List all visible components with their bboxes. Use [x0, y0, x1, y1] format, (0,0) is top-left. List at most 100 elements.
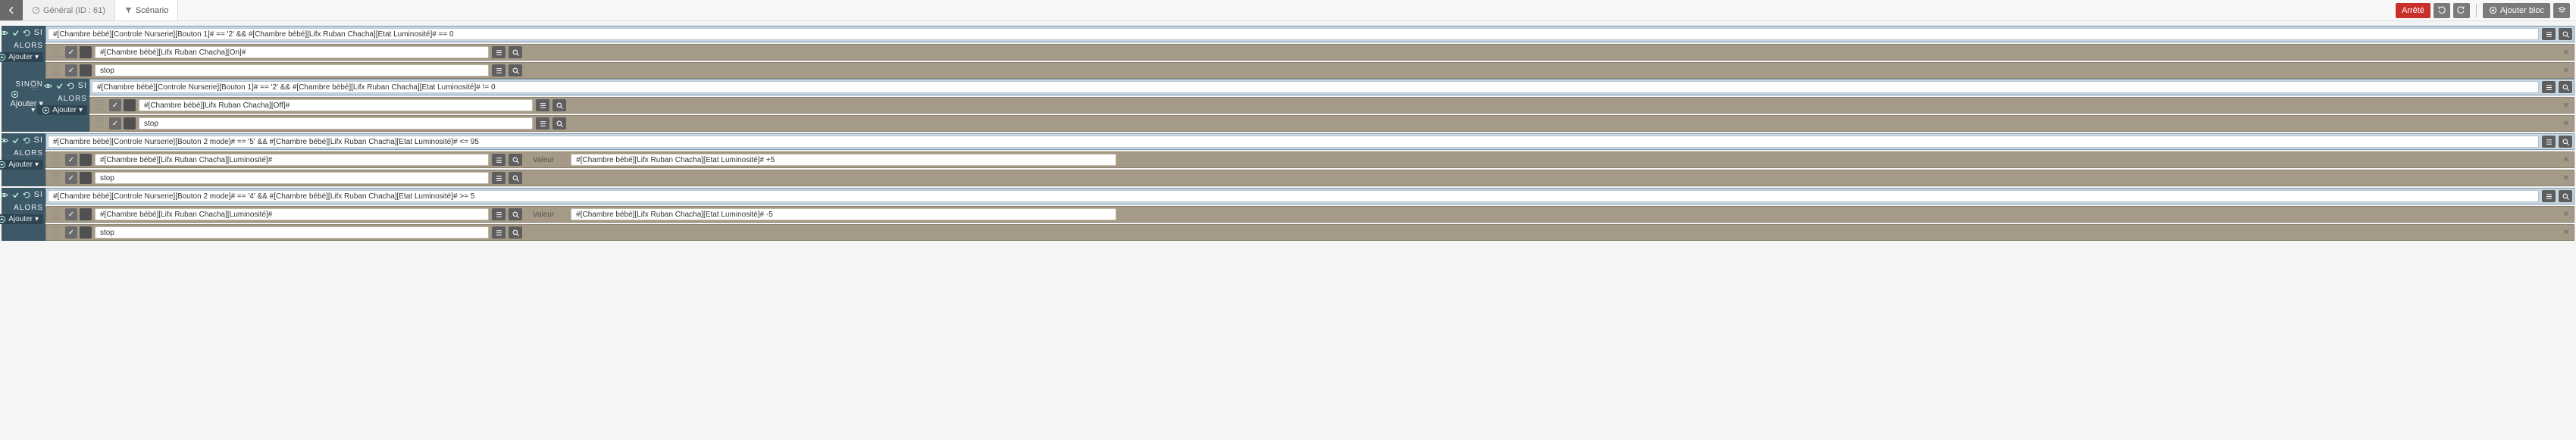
expression-helper-button[interactable]	[492, 154, 505, 166]
refresh-icon[interactable]	[67, 82, 75, 90]
parallel-toggle[interactable]	[80, 46, 92, 58]
search-icon	[512, 229, 520, 237]
enabled-toggle[interactable]: ✓	[65, 46, 77, 58]
action-cmd-input[interactable]	[95, 226, 489, 239]
enabled-toggle[interactable]: ✓	[65, 64, 77, 76]
expression-helper-button[interactable]	[492, 208, 505, 220]
tab-general[interactable]: Général (ID : 61)	[23, 0, 115, 20]
delete-action-button[interactable]: ✕	[2560, 46, 2572, 58]
condition-input[interactable]	[48, 190, 2539, 202]
delete-action-button[interactable]: ✕	[2560, 117, 2572, 130]
enabled-toggle[interactable]: ✓	[65, 208, 77, 220]
delete-action-button[interactable]: ✕	[2560, 154, 2572, 166]
eye-icon[interactable]	[44, 82, 52, 90]
condition-input[interactable]	[48, 136, 2539, 148]
refresh-icon[interactable]	[23, 29, 31, 37]
drag-handle-icon[interactable]	[52, 47, 60, 58]
eye-icon[interactable]	[0, 136, 8, 145]
enabled-toggle[interactable]: ✓	[109, 117, 121, 130]
search-cmd-button[interactable]	[552, 117, 566, 130]
expression-helper-button[interactable]	[2542, 136, 2556, 148]
action-cmd-input[interactable]	[95, 208, 489, 220]
chevron-down-icon[interactable]	[31, 105, 35, 114]
action-value-input[interactable]	[571, 208, 1116, 220]
back-button[interactable]	[0, 0, 23, 20]
eye-icon[interactable]	[0, 191, 8, 199]
parallel-toggle[interactable]	[80, 154, 92, 166]
redo-button[interactable]	[2453, 3, 2470, 18]
action-cmd-input[interactable]	[95, 154, 489, 166]
expression-helper-button[interactable]	[536, 99, 549, 111]
condition-input[interactable]	[92, 81, 2539, 93]
drag-handle-icon[interactable]	[96, 118, 104, 129]
check-icon[interactable]	[11, 29, 20, 37]
search-cmd-button[interactable]	[509, 46, 522, 58]
add-action-button[interactable]: Ajouter ▾	[0, 160, 43, 170]
eye-icon[interactable]	[0, 29, 8, 37]
expression-helper-button[interactable]	[492, 172, 505, 184]
search-cmd-button[interactable]	[509, 154, 522, 166]
drag-handle-icon[interactable]	[52, 173, 60, 183]
action-cmd-input[interactable]	[95, 64, 489, 76]
parallel-toggle[interactable]	[80, 64, 92, 76]
delete-action-button[interactable]: ✕	[2560, 226, 2572, 239]
action-cmd-input[interactable]	[95, 172, 489, 184]
delete-action-button[interactable]: ✕	[2560, 64, 2572, 76]
add-action-button[interactable]: Ajouter ▾	[0, 214, 43, 224]
parallel-toggle[interactable]	[124, 117, 136, 130]
enabled-toggle[interactable]: ✓	[65, 154, 77, 166]
search-cmd-button[interactable]	[509, 172, 522, 184]
check-icon[interactable]	[11, 136, 20, 145]
drag-handle-icon[interactable]	[52, 154, 60, 165]
parallel-toggle[interactable]	[80, 208, 92, 220]
drag-handle-icon[interactable]	[96, 100, 104, 111]
search-cmd-button[interactable]	[2559, 81, 2572, 93]
check-icon[interactable]	[55, 82, 64, 90]
delete-action-button[interactable]: ✕	[2560, 208, 2572, 220]
action-cmd-input[interactable]	[95, 46, 489, 58]
parallel-toggle[interactable]	[80, 226, 92, 239]
expression-helper-button[interactable]	[492, 226, 505, 239]
drag-handle-icon[interactable]	[52, 209, 60, 220]
delete-action-button[interactable]: ✕	[2560, 172, 2572, 184]
delete-action-button[interactable]: ✕	[2560, 99, 2572, 111]
expression-helper-button[interactable]	[492, 46, 505, 58]
template-button[interactable]	[2553, 3, 2570, 18]
parallel-toggle[interactable]	[124, 99, 136, 111]
action-cmd-input[interactable]	[139, 117, 533, 130]
search-cmd-button[interactable]	[509, 208, 522, 220]
search-cmd-button[interactable]	[2559, 136, 2572, 148]
status-button[interactable]: Arrêté	[2396, 3, 2430, 18]
enabled-toggle[interactable]: ✓	[65, 226, 77, 239]
condition-input[interactable]	[48, 28, 2539, 40]
refresh-icon[interactable]	[23, 191, 31, 199]
search-cmd-button[interactable]	[2559, 190, 2572, 202]
search-cmd-button[interactable]	[2559, 28, 2572, 40]
expression-helper-button[interactable]	[492, 64, 505, 76]
scenario-editor: SI ALORS Ajouter ▾	[0, 21, 2576, 244]
add-action-button[interactable]: Ajouter ▾	[0, 52, 43, 62]
drag-handle-icon[interactable]	[52, 227, 60, 238]
expression-helper-button[interactable]	[536, 117, 549, 130]
search-cmd-button[interactable]	[509, 64, 522, 76]
refresh-icon[interactable]	[23, 136, 31, 145]
tab-scenario[interactable]: Scénario	[115, 0, 178, 20]
undo-button[interactable]	[2434, 3, 2450, 18]
check-icon[interactable]	[11, 191, 20, 199]
action-value-input[interactable]	[571, 154, 1116, 166]
expression-helper-button[interactable]	[2542, 81, 2556, 93]
drag-handle-icon[interactable]	[30, 80, 38, 91]
expression-helper-button[interactable]	[2542, 28, 2556, 40]
enabled-toggle[interactable]: ✓	[65, 172, 77, 184]
add-block-button[interactable]: Ajouter bloc	[2483, 3, 2550, 18]
add-action-label: Ajouter	[8, 53, 33, 61]
expression-helper-button[interactable]	[2542, 190, 2556, 202]
search-cmd-button[interactable]	[552, 99, 566, 111]
add-action-button[interactable]: Ajouter ▾	[37, 105, 87, 115]
top-bar: Général (ID : 61) Scénario Arrêté Ajoute…	[0, 0, 2576, 21]
search-cmd-button[interactable]	[509, 226, 522, 239]
enabled-toggle[interactable]: ✓	[109, 99, 121, 111]
action-cmd-input[interactable]	[139, 99, 533, 111]
drag-handle-icon[interactable]	[52, 65, 60, 76]
parallel-toggle[interactable]	[80, 172, 92, 184]
